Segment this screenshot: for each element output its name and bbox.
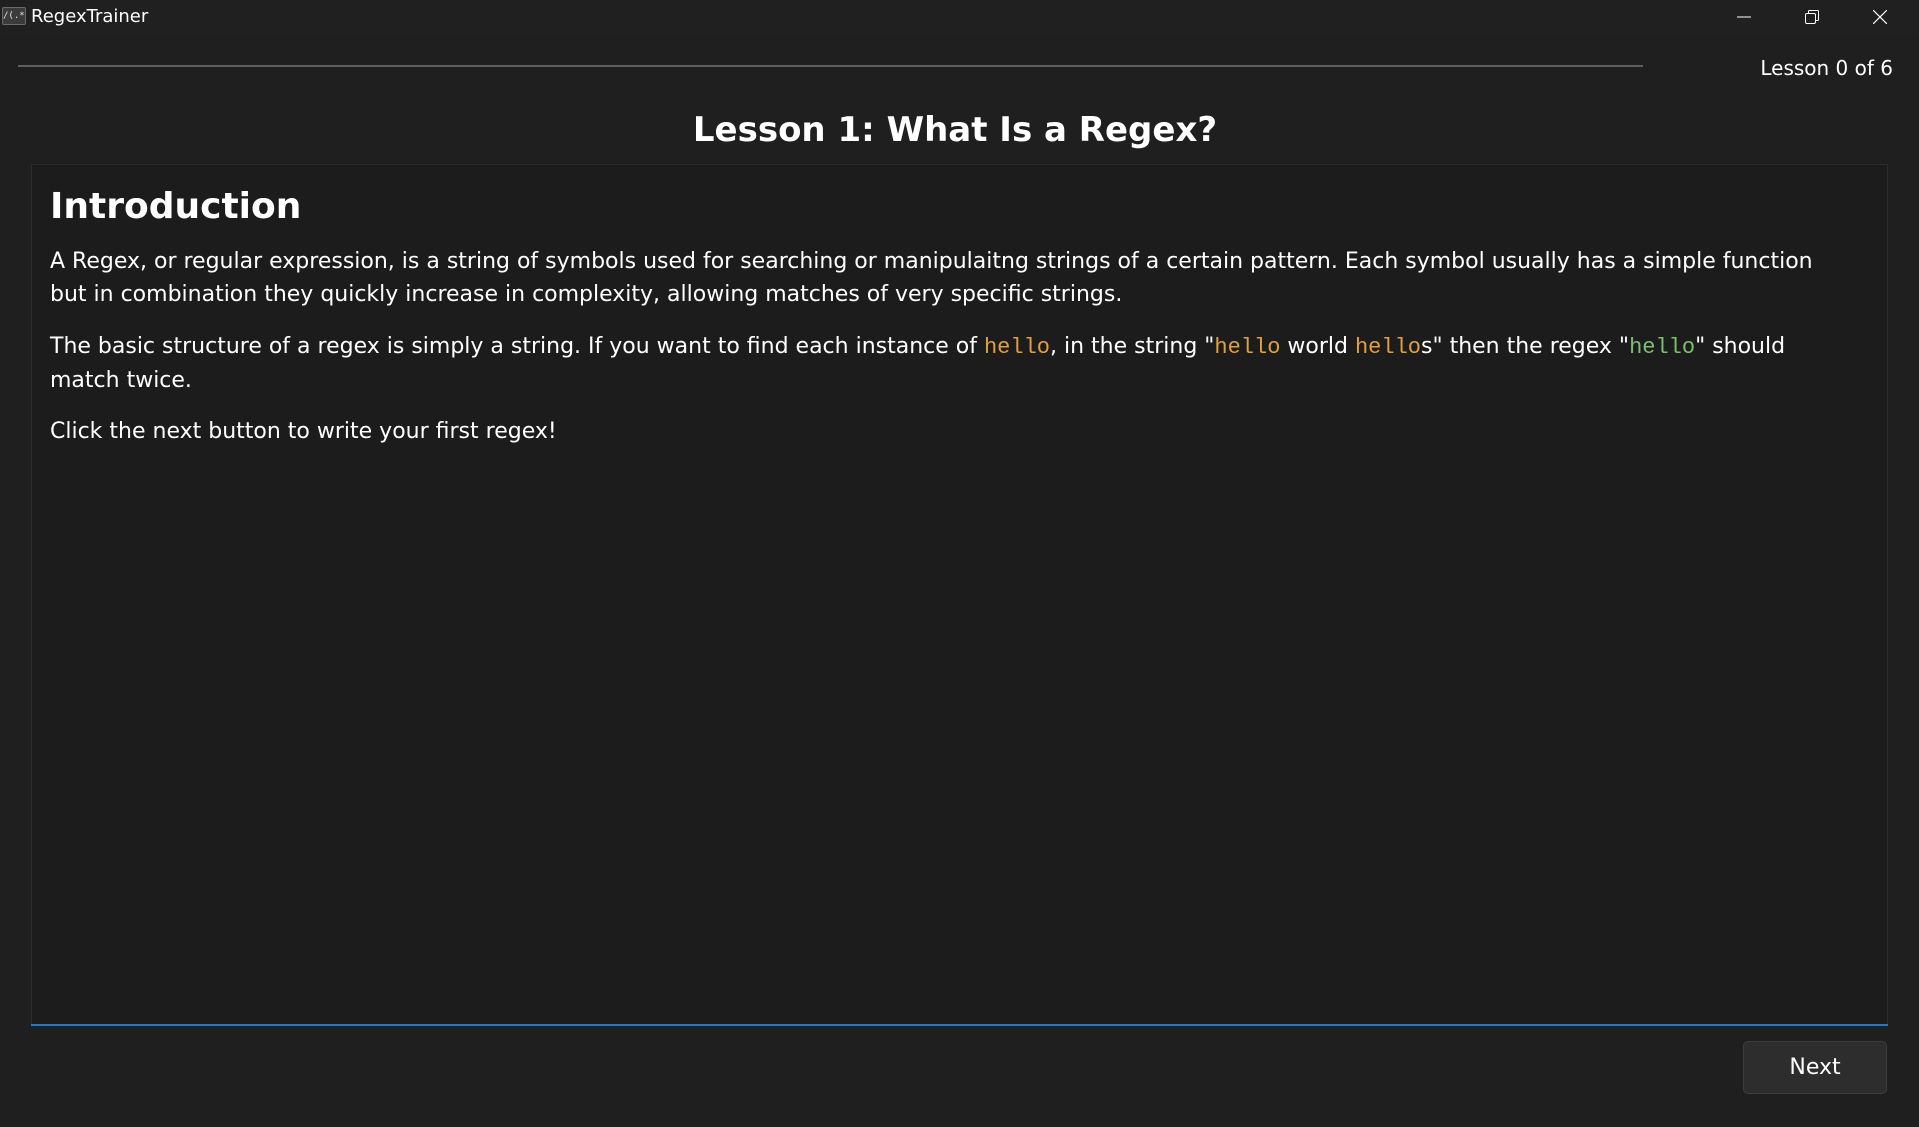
- paragraph-text: world: [1280, 334, 1355, 359]
- lesson-counter: Lesson 0 of 6: [1760, 56, 1893, 80]
- next-button[interactable]: Next: [1743, 1041, 1887, 1094]
- code-example: hello: [1214, 335, 1281, 360]
- lesson-content-panel[interactable]: Introduction A Regex, or regular express…: [31, 164, 1888, 1025]
- app-icon: /(.*): [2, 7, 26, 25]
- lesson-title: Lesson 1: What Is a Regex?: [692, 110, 1218, 150]
- code-example: hello: [1354, 335, 1421, 360]
- content-focus-underline: [31, 1024, 1888, 1026]
- code-example: hello: [983, 335, 1050, 360]
- lesson-progress-bar: [18, 65, 1643, 67]
- restore-icon: [1805, 10, 1819, 24]
- app-title: RegexTrainer: [31, 6, 149, 27]
- close-button[interactable]: [1846, 0, 1914, 34]
- app-window: /(.*) RegexTrainer Lesson 0 of 6 Lesson …: [0, 0, 1919, 1127]
- regex-example: hello: [1629, 335, 1696, 360]
- structure-paragraph: The basic structure of a regex is simply…: [50, 330, 1850, 397]
- paragraph-text: s" then the regex ": [1421, 334, 1630, 359]
- intro-paragraph: A Regex, or regular expression, is a str…: [50, 249, 1813, 307]
- paragraph-text: , in the string ": [1050, 334, 1215, 359]
- instruction-paragraph: Click the next button to write your firs…: [50, 419, 557, 444]
- section-heading: Introduction: [50, 186, 302, 227]
- restore-button[interactable]: [1778, 0, 1846, 34]
- title-bar: /(.*) RegexTrainer: [0, 0, 1919, 34]
- minimize-button[interactable]: [1710, 0, 1778, 34]
- close-icon: [1873, 10, 1887, 24]
- paragraph-text: The basic structure of a regex is simply…: [50, 334, 984, 359]
- minimize-icon: [1737, 16, 1751, 18]
